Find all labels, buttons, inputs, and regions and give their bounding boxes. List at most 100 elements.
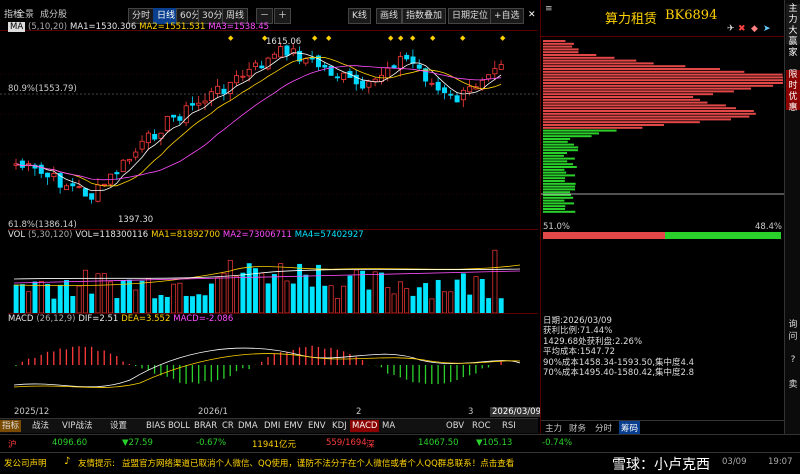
- send-icon[interactable]: ➤: [763, 24, 771, 34]
- volume-bar: [479, 279, 485, 313]
- tab-ma[interactable]: MA: [380, 420, 397, 432]
- chip-bar: [543, 90, 734, 93]
- tab-roc[interactable]: ROC: [470, 420, 493, 432]
- volume-bar: [208, 283, 214, 313]
- side-tab-promo[interactable]: 限时优惠: [786, 70, 800, 113]
- chip-bar: [543, 62, 654, 65]
- chip-bars: [543, 40, 783, 213]
- side-icon-sell[interactable]: 卖: [786, 380, 800, 391]
- stock-name: 算力租赁: [605, 12, 658, 27]
- volume-bar: [309, 286, 315, 313]
- tab-strategy[interactable]: 战法: [30, 420, 51, 432]
- tab-vip-strategy[interactable]: VIP战法: [60, 420, 94, 432]
- toolbar-close-icon[interactable]: ✕: [528, 8, 536, 22]
- tab-obv[interactable]: OBV: [444, 420, 466, 432]
- chip-bar: [543, 87, 752, 90]
- tab-bias[interactable]: BIAS: [144, 420, 168, 432]
- chip-bar: [543, 59, 637, 62]
- tab-cr[interactable]: CR: [220, 420, 236, 432]
- tip-label: 友情提示:: [78, 459, 115, 469]
- volume-bar: [442, 291, 447, 313]
- volume-bar: [202, 295, 208, 313]
- alert-icon[interactable]: ◆: [751, 24, 758, 34]
- volume-bar: [120, 280, 126, 313]
- components-link[interactable]: 成分股: [40, 8, 67, 22]
- tab-settings[interactable]: 设置: [108, 420, 129, 432]
- tab-rsi[interactable]: RSI: [500, 420, 518, 432]
- volume-bar: [360, 270, 366, 313]
- info-date: 日期:2026/03/09: [543, 316, 612, 326]
- panel-tab-main[interactable]: 主力: [545, 422, 562, 434]
- pct-80-label: 80.9%(1553.79): [8, 84, 77, 94]
- side-icon-ask[interactable]: 询: [786, 320, 800, 331]
- side-icon-ask2[interactable]: 问: [786, 332, 800, 343]
- volume-bar: [448, 291, 454, 313]
- index1-name[interactable]: 沪: [8, 438, 17, 450]
- share-icon[interactable]: ✈: [727, 24, 735, 34]
- chip-bar: [543, 163, 573, 166]
- candle-body: [303, 58, 309, 64]
- panel-tab-finance[interactable]: 财务: [569, 422, 586, 434]
- chip-bar: [543, 76, 783, 79]
- info-profit-at: 1429.68处获利盘:2.26%: [543, 336, 643, 347]
- volume-bar: [397, 281, 403, 313]
- chip-bar: [543, 185, 576, 188]
- tab-dma[interactable]: DMA: [236, 420, 260, 432]
- panel-tab-timeshare[interactable]: 分时: [595, 422, 612, 434]
- volume-bar: [460, 273, 466, 313]
- tab-emv[interactable]: EMV: [282, 420, 305, 432]
- vol-params: (5,30,120): [27, 230, 73, 240]
- index2-name[interactable]: 深: [366, 438, 375, 450]
- chip-bar: [543, 56, 615, 59]
- macd-params: (26,12,9): [36, 314, 76, 324]
- candle-body: [429, 82, 435, 85]
- tab-kdj[interactable]: KDJ: [330, 420, 349, 432]
- chip-bar: [543, 118, 731, 121]
- chip-bar: [543, 96, 694, 98]
- volume-bar: [215, 277, 221, 313]
- moving-average-lines: [15, 52, 502, 192]
- bell-icon: ♪: [64, 456, 71, 467]
- favorite-icon[interactable]: ✖: [738, 24, 746, 34]
- volume-bar: [328, 285, 334, 313]
- tip-text[interactable]: 益盟官方网络渠道已取消个人微信、QQ使用，谨防不法分子在个人微信或者个人QQ群息…: [122, 457, 602, 469]
- panel-menu-icon[interactable]: ≡: [545, 4, 553, 14]
- candle-body: [82, 188, 88, 197]
- status-date: 03/09: [722, 457, 747, 467]
- panel-tab-chips[interactable]: 筹码: [619, 421, 641, 435]
- all-view-link[interactable]: 全景: [16, 8, 34, 22]
- info-avg-cost: 平均成本:1547.72: [543, 347, 616, 358]
- vol-name[interactable]: VOL: [8, 230, 25, 240]
- tab-dmi[interactable]: DMI: [262, 420, 282, 432]
- candle-body: [101, 183, 107, 186]
- tab-indicator[interactable]: 指标: [0, 420, 22, 432]
- volume-bar: [133, 289, 139, 313]
- tab-env[interactable]: ENV: [306, 420, 328, 432]
- side-tab-master[interactable]: 主力大赢家: [786, 4, 800, 58]
- candle-body: [45, 172, 51, 178]
- tab-brar[interactable]: BRAR: [192, 420, 219, 432]
- volume-bar: [429, 298, 435, 313]
- volume-bar: [127, 279, 132, 313]
- chip-bar: [543, 65, 686, 68]
- volume-bar: [454, 279, 460, 313]
- macd-histogram: [15, 345, 502, 385]
- volume-chart[interactable]: [0, 241, 538, 313]
- chip-bar: [543, 42, 574, 45]
- tab-macd[interactable]: MACD: [350, 420, 380, 432]
- price-chart[interactable]: ◆ ◆ ◆ ◆ ◆ ◆ ◆ ◆ ◆ ◆ 80.9%(1553.79) 61.8%(1386.14)…: [0, 34, 538, 230]
- ma-selector[interactable]: MA: [8, 22, 26, 32]
- index2-change: ▼105.13: [476, 438, 513, 448]
- volume-bar: [158, 294, 164, 313]
- notice-label[interactable]: 发公司声明: [4, 457, 47, 469]
- volume-bar: [101, 273, 107, 313]
- side-icon-help[interactable]: ?: [786, 355, 800, 366]
- macd-name[interactable]: MACD: [8, 314, 33, 324]
- macd-chart[interactable]: [0, 325, 538, 407]
- tab-boll[interactable]: BOLL: [166, 420, 192, 432]
- chip-bar: [543, 115, 750, 118]
- profit-ratio-bar-green: [665, 232, 781, 239]
- volume-bar: [265, 283, 271, 313]
- index1-amount: 11941亿元: [252, 440, 297, 450]
- volume-bar: [486, 298, 492, 313]
